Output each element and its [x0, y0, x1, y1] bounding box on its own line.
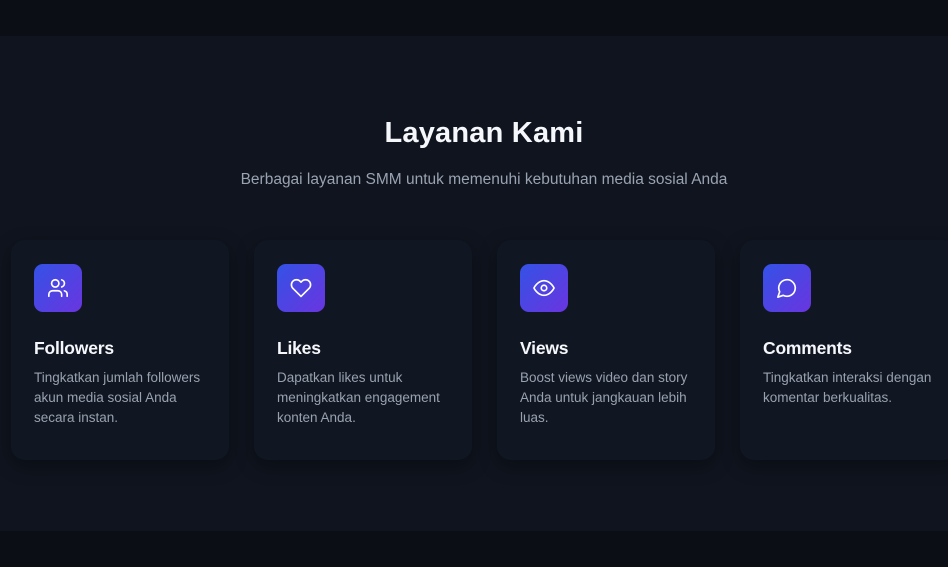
heart-icon [277, 264, 325, 312]
top-page-band [0, 0, 948, 36]
eye-icon [520, 264, 568, 312]
users-icon [34, 264, 82, 312]
section-title: Layanan Kami [384, 117, 584, 149]
service-card-views[interactable]: Views Boost views video dan story Anda u… [497, 240, 715, 460]
service-card-followers[interactable]: Followers Tingkatkan jumlah followers ak… [11, 240, 229, 460]
bottom-page-band [0, 531, 948, 567]
service-title: Followers [34, 338, 114, 358]
section-subtitle: Berbagai layanan SMM untuk memenuhi kebu… [240, 171, 728, 188]
service-description: Boost views video dan story Anda untuk j… [520, 370, 688, 425]
service-title: Comments [763, 338, 852, 358]
service-title: Likes [277, 338, 321, 358]
service-description: Tingkatkan interaksi dengan komentar ber… [763, 370, 932, 405]
service-card-likes[interactable]: Likes Dapatkan likes untuk meningkatkan … [254, 240, 472, 460]
message-circle-icon [763, 264, 811, 312]
service-title: Views [520, 338, 569, 358]
services-section: Layanan Kami Berbagai layanan SMM untuk … [0, 36, 948, 531]
service-card-comments[interactable]: Comments Tingkatkan interaksi dengan kom… [740, 240, 948, 460]
service-description: Dapatkan likes untuk meningkatkan engage… [277, 370, 440, 425]
service-description: Tingkatkan jumlah followers akun media s… [34, 370, 201, 425]
